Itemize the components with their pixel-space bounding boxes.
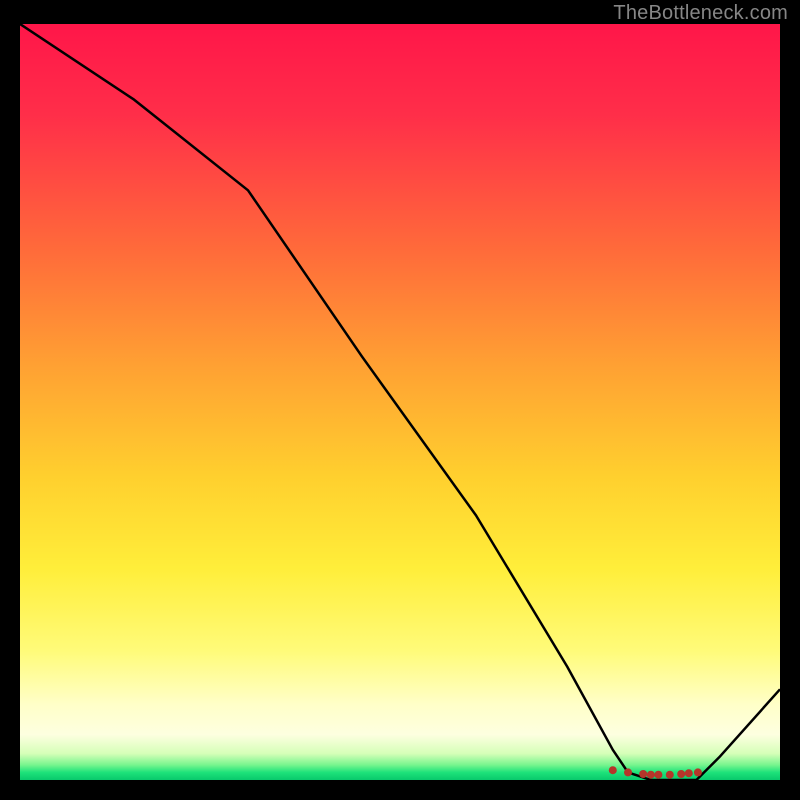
chart-overlay: [20, 24, 780, 780]
optimal-marker-dot: [685, 769, 693, 777]
optimal-marker-dot: [639, 770, 647, 778]
optimal-marker-dot: [624, 768, 632, 776]
optimal-marker-dot: [666, 771, 674, 779]
optimal-marker-dot: [609, 766, 617, 774]
plot-area: [20, 24, 780, 780]
optimal-marker-dot: [694, 768, 702, 776]
optimal-marker-dot: [677, 770, 685, 778]
bottleneck-curve-line: [20, 24, 780, 780]
attribution-text: TheBottleneck.com: [613, 2, 788, 25]
chart-stage: TheBottleneck.com: [0, 0, 800, 800]
optimal-range-markers: [609, 766, 702, 779]
optimal-marker-dot: [654, 771, 662, 779]
optimal-marker-dot: [647, 771, 655, 779]
